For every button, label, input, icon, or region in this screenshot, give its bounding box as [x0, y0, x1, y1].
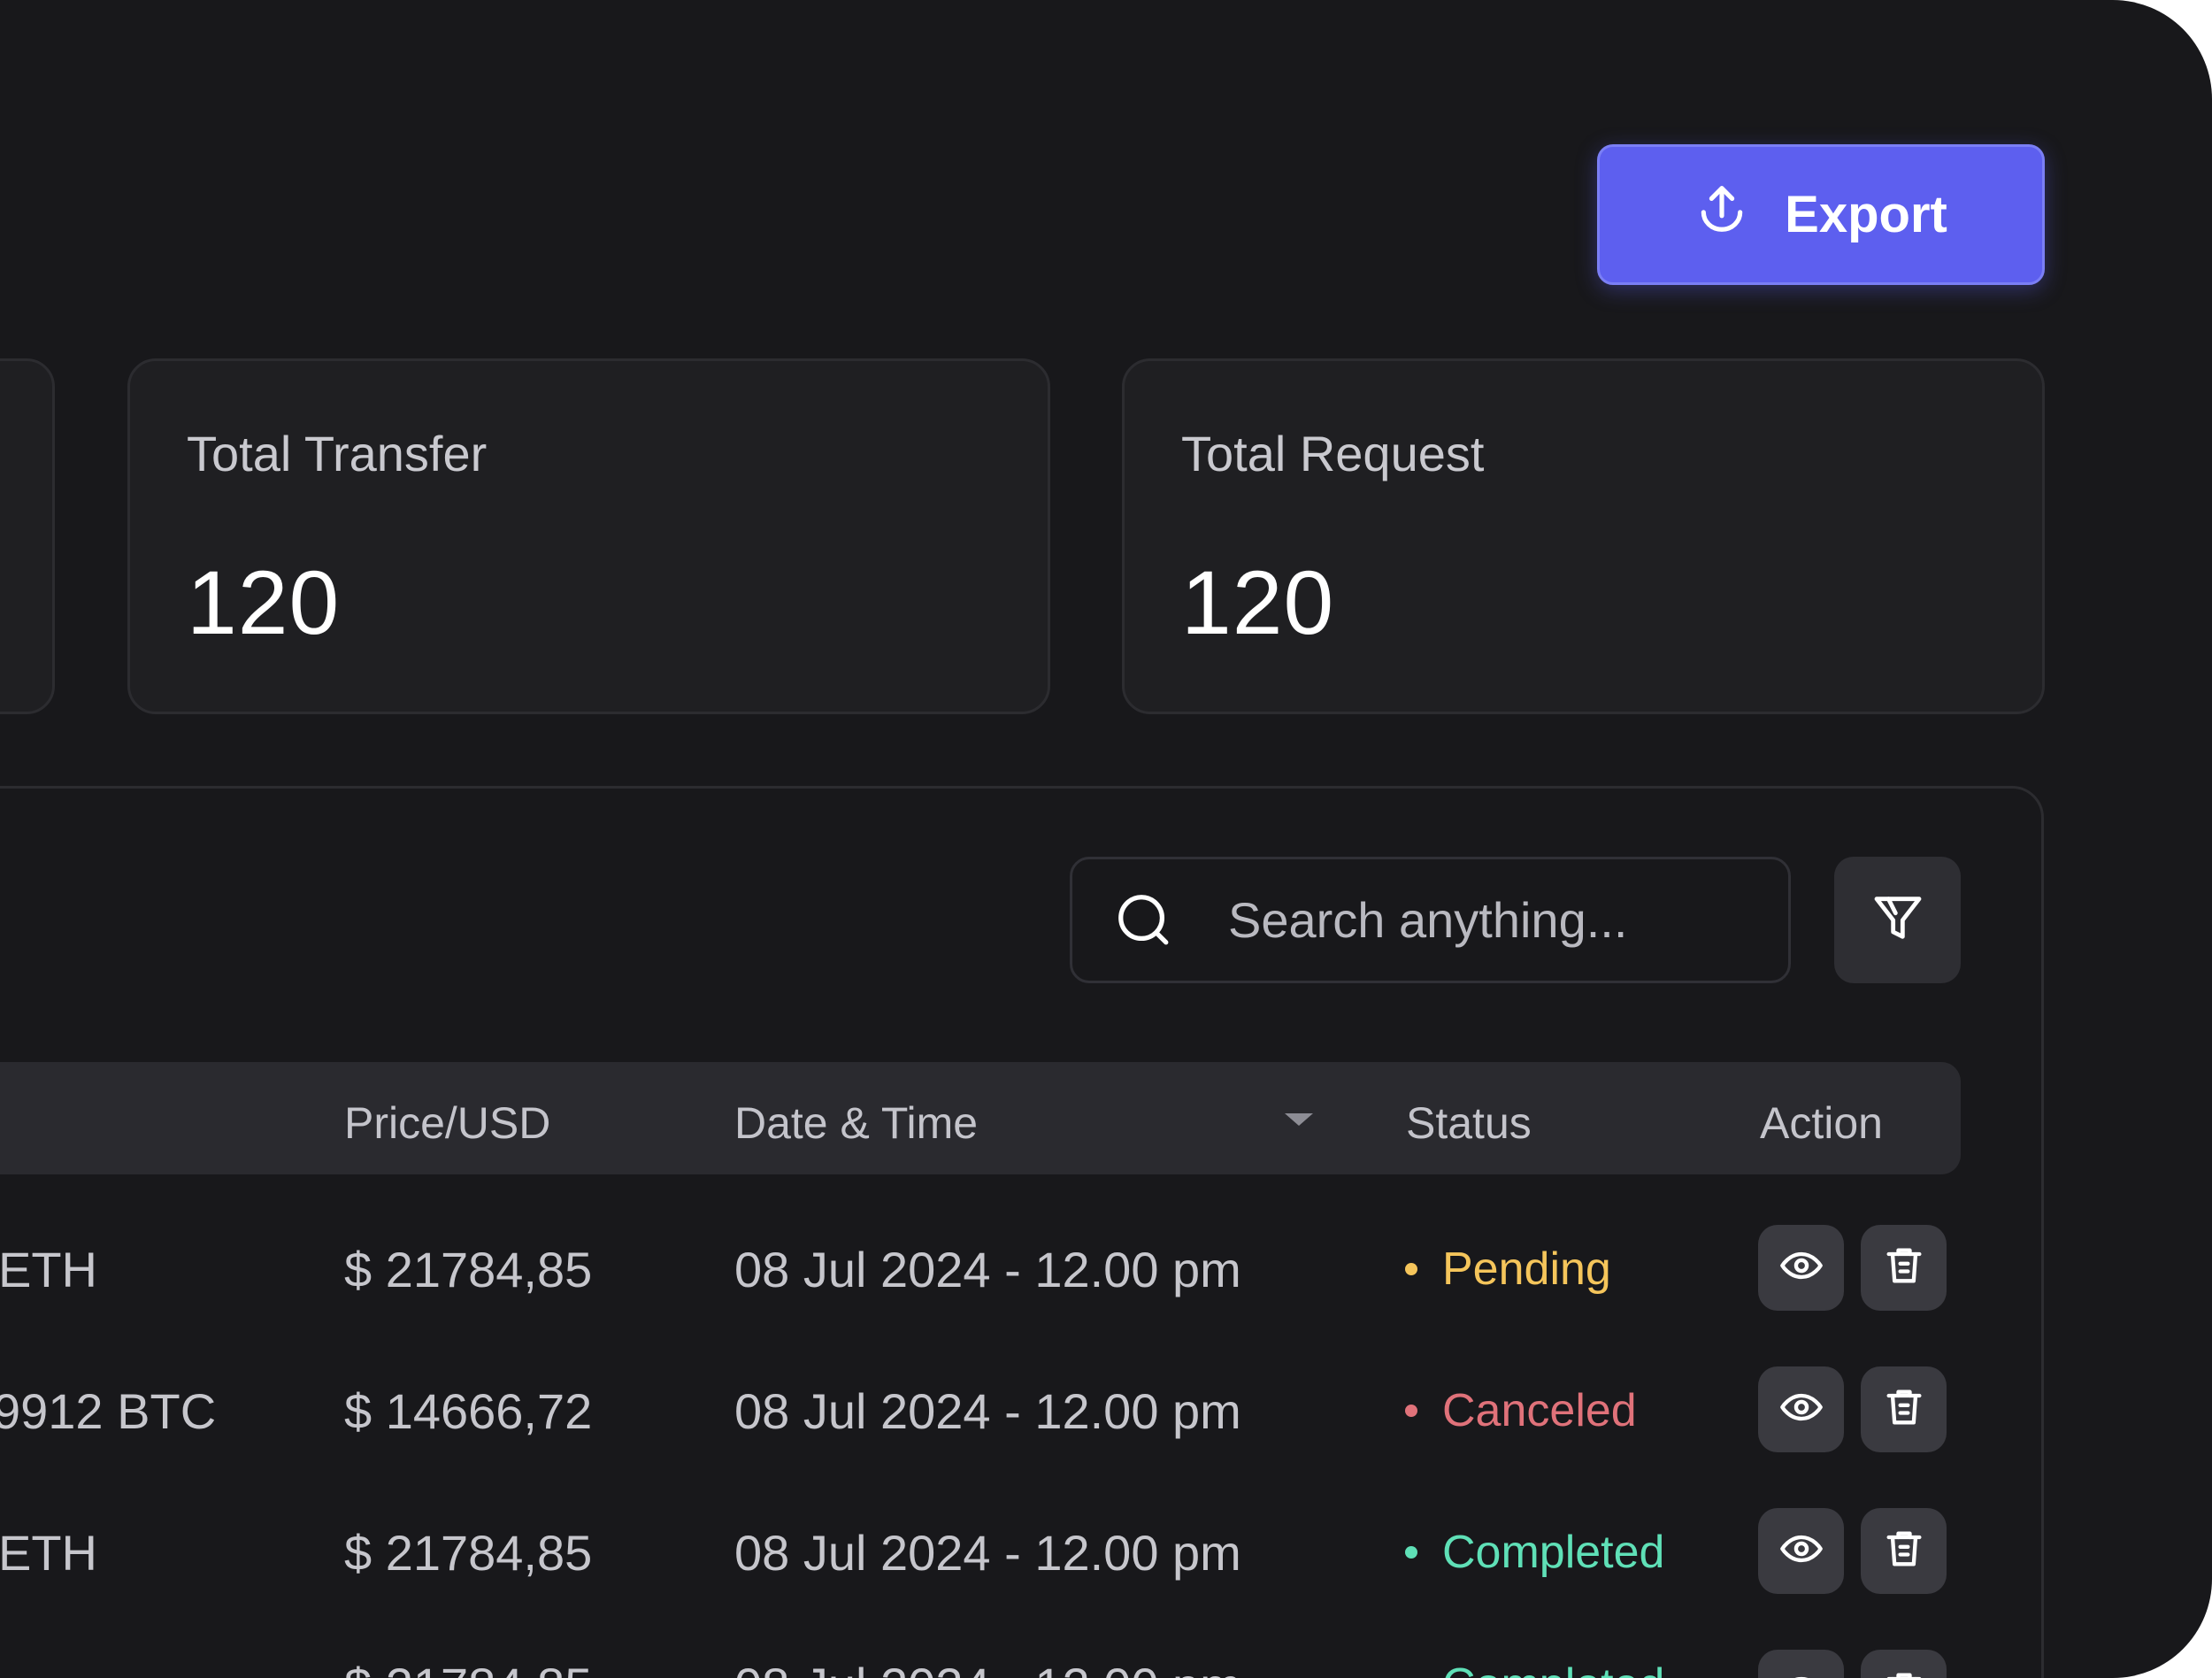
upload-icon [1694, 181, 1749, 249]
trash-icon [1881, 1243, 1927, 1293]
cell-price: $ 21784,85 [344, 1657, 592, 1678]
status-badge: Completed [1405, 1526, 1664, 1579]
delete-button[interactable] [1861, 1650, 1947, 1678]
trash-icon [1881, 1384, 1927, 1435]
stat-value: 120 [187, 552, 341, 653]
search-box[interactable] [1070, 857, 1791, 983]
status-text: Canceled [1442, 1385, 1637, 1436]
filter-icon [1870, 889, 1926, 951]
cell-datetime: 08 Jul 2024 - 12.00 pm [734, 1242, 1241, 1297]
column-header-price[interactable]: Price/USD [344, 1097, 550, 1149]
stat-label: Total Request [1181, 426, 1485, 481]
delete-button[interactable] [1861, 1225, 1947, 1311]
view-button[interactable] [1758, 1366, 1844, 1452]
view-button[interactable] [1758, 1508, 1844, 1594]
eye-icon [1778, 1526, 1824, 1576]
status-text: Completed [1442, 1527, 1665, 1578]
view-button[interactable] [1758, 1650, 1844, 1678]
status-dot [1405, 1546, 1417, 1559]
status-badge: Canceled [1405, 1384, 1637, 1437]
cell-datetime: 08 Jul 2024 - 12.00 pm [734, 1657, 1241, 1678]
status-badge: Completed [1405, 1659, 1664, 1678]
search-input[interactable] [1226, 890, 1778, 950]
dashboard-surface: Export Total Transfer 120 Total Request … [0, 0, 2212, 1678]
search-icon [1113, 889, 1175, 951]
column-header-status[interactable]: Status [1406, 1097, 1532, 1149]
eye-icon [1778, 1384, 1824, 1435]
delete-button[interactable] [1861, 1366, 1947, 1452]
cell-price: $ 21784,85 [344, 1525, 593, 1581]
column-header-action: Action [1760, 1098, 1883, 1148]
column-header-datetime[interactable]: Date & Time [734, 1097, 978, 1149]
status-text: Completed [1442, 1659, 1664, 1678]
cell-asset: ETH [0, 1242, 97, 1297]
export-button-label: Export [1785, 186, 1947, 243]
cell-asset: 9912 BTC [0, 1383, 217, 1439]
status-text: Pending [1442, 1243, 1611, 1295]
eye-icon [1778, 1243, 1824, 1293]
cell-price: $ 14666,72 [344, 1383, 593, 1439]
status-dot [1405, 1405, 1417, 1417]
table-header [0, 1062, 1961, 1174]
delete-button[interactable] [1861, 1508, 1947, 1594]
app-window: Export Total Transfer 120 Total Request … [0, 0, 2212, 1678]
eye-icon [1778, 1667, 1824, 1678]
stat-card-total-transfer: Total Transfer 120 [127, 358, 1050, 714]
cell-datetime: 08 Jul 2024 - 12.00 pm [734, 1383, 1241, 1439]
status-badge: Pending [1405, 1243, 1611, 1296]
trash-icon [1881, 1667, 1927, 1678]
trash-icon [1881, 1526, 1927, 1576]
stat-label: Total Transfer [187, 426, 488, 481]
stat-card-total-request: Total Request 120 [1122, 358, 2045, 714]
sort-chevron-down-icon[interactable] [1285, 1113, 1313, 1126]
cell-datetime: 08 Jul 2024 - 12.00 pm [734, 1525, 1241, 1581]
status-dot [1405, 1263, 1417, 1275]
stat-card-partial [0, 358, 55, 714]
view-button[interactable] [1758, 1225, 1844, 1311]
filter-button[interactable] [1834, 857, 1961, 983]
cell-price: $ 21784,85 [344, 1242, 593, 1297]
cell-asset: ETH [0, 1525, 97, 1581]
export-button[interactable]: Export [1597, 144, 2045, 285]
stat-value: 120 [1181, 552, 1335, 653]
